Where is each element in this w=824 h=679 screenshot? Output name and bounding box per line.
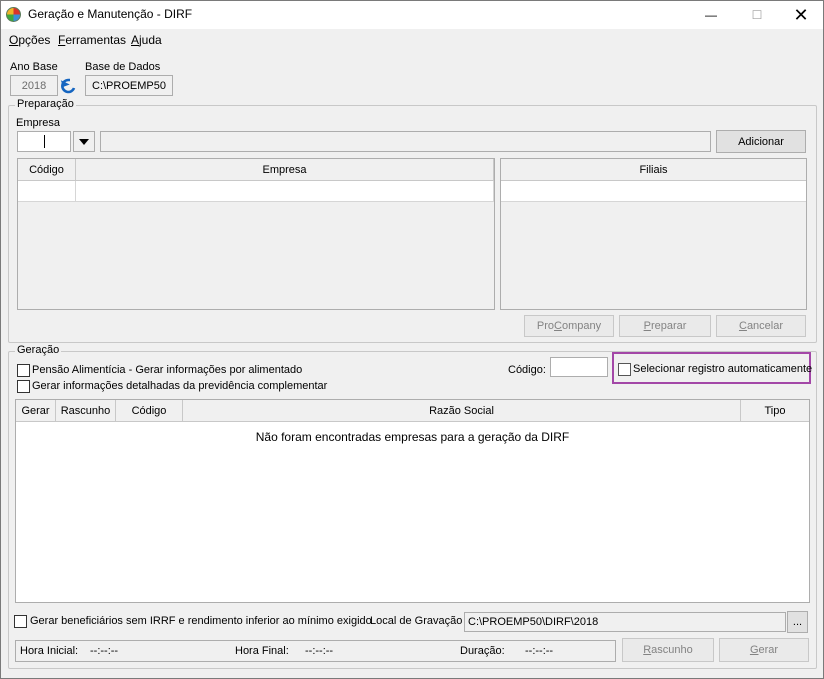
pensao-label: Pensão Alimentícia - Gerar informações p… <box>32 364 303 376</box>
ano-base-field[interactable]: 2018 <box>10 75 58 96</box>
geracao-title: Geração <box>15 344 62 356</box>
duracao-label: Duração: <box>460 645 505 657</box>
preparar-accel: P <box>643 320 651 332</box>
rascunho-label: ascunho <box>651 644 693 656</box>
local-gravacao-label: Local de Gravação <box>370 615 463 627</box>
status-bar: Hora Inicial: --:--:-- Hora Final: --:--… <box>15 640 616 662</box>
menu-bar: Opções Ferramentas Ajuda <box>1 29 823 51</box>
beneficiarios-checkbox[interactable] <box>14 615 27 628</box>
cancelar-label: ancelar <box>746 320 784 332</box>
menu-ajuda-accel: A <box>131 33 140 47</box>
app-icon <box>6 7 21 22</box>
rascunho-button[interactable]: Rascunho <box>622 638 714 662</box>
empresa-code-input[interactable] <box>17 131 71 152</box>
col-rascunho-header[interactable]: Rascunho <box>56 400 116 422</box>
col-codigo-header[interactable]: Código <box>116 400 183 422</box>
gerar-button[interactable]: Gerar <box>719 638 809 662</box>
text-cursor <box>44 135 45 148</box>
local-gravacao-field[interactable]: C:\PROEMP50\DIRF\2018 <box>464 612 786 632</box>
maximize-button[interactable]: ☐ <box>734 1 780 29</box>
col-tipo-header[interactable]: Tipo <box>741 400 809 422</box>
selecionar-label: Selecionar registro automaticamente <box>633 363 813 375</box>
preparacao-title: Preparação <box>15 98 76 110</box>
col-filiais-header[interactable]: Filiais <box>501 159 806 181</box>
menu-ferramentas-label: erramentas <box>65 33 127 47</box>
filiais-table: Filiais <box>500 158 807 310</box>
col-empresa-header[interactable]: Empresa <box>76 159 494 181</box>
empty-message: Não foram encontradas empresas para a ge… <box>255 430 570 444</box>
table-row[interactable] <box>501 181 806 202</box>
codigo-label: Código: <box>508 364 546 376</box>
base-dados-field[interactable]: C:\PROEMP50 <box>85 75 173 96</box>
empresa-label: Empresa <box>16 117 61 129</box>
menu-ajuda[interactable]: Ajuda <box>131 33 162 47</box>
empresa-name-field <box>100 131 711 152</box>
title-bar: Geração e Manutenção - DIRF — ☐ ✕ <box>1 1 823 29</box>
hora-inicial-label: Hora Inicial: <box>20 645 79 657</box>
menu-opcoes-accel: O <box>9 33 19 47</box>
hora-inicial-value: --:--:-- <box>90 645 119 657</box>
col-codigo-header[interactable]: Código <box>18 159 76 181</box>
beneficiarios-label: Gerar beneficiários sem IRRF e rendiment… <box>30 615 372 627</box>
window-title: Geração e Manutenção - DIRF <box>28 7 193 21</box>
ano-base-label: Ano Base <box>10 61 58 73</box>
table-row[interactable] <box>76 181 494 202</box>
duracao-value: --:--:-- <box>525 645 554 657</box>
col-gerar-header[interactable]: Gerar <box>16 400 56 422</box>
gerar-accel: G <box>749 644 759 656</box>
col-razao-social-header[interactable]: Razão Social <box>183 400 741 422</box>
menu-ferramentas[interactable]: Ferramentas <box>58 33 126 47</box>
hora-final-value: --:--:-- <box>305 645 334 657</box>
procompany-accel: C <box>554 320 562 332</box>
pensao-checkbox[interactable] <box>17 364 30 377</box>
hora-final-label: Hora Final: <box>235 645 289 657</box>
preparar-button[interactable]: Preparar <box>619 315 711 337</box>
cancelar-button[interactable]: Cancelar <box>716 315 806 337</box>
cancelar-accel: C <box>738 320 747 332</box>
procompany-button[interactable]: Pro Company <box>524 315 614 337</box>
previdencia-checkbox[interactable] <box>17 380 30 393</box>
rascunho-accel: R <box>643 644 652 656</box>
refresh-icon[interactable] <box>59 76 79 96</box>
base-dados-label: Base de Dados <box>85 61 161 73</box>
geracao-table: Gerar Rascunho Código Razão Social Tipo … <box>15 399 810 603</box>
codigo-input[interactable] <box>550 357 608 377</box>
selecionar-checkbox[interactable] <box>618 363 631 376</box>
previdencia-label: Gerar informações detalhadas da previdên… <box>32 380 328 392</box>
procompany-label-a: Pro <box>536 320 555 332</box>
procompany-label-b: ompany <box>561 320 602 332</box>
preparar-label: reparar <box>650 320 687 332</box>
empresa-dropdown-button[interactable] <box>73 131 95 152</box>
chevron-down-icon <box>79 138 89 145</box>
close-button[interactable]: ✕ <box>778 1 824 29</box>
menu-ajuda-label: juda <box>139 33 162 47</box>
browse-button[interactable]: ... <box>787 611 808 633</box>
table-row[interactable] <box>18 181 76 202</box>
menu-opcoes-label: pções <box>18 33 51 47</box>
minimize-button[interactable]: — <box>688 1 734 29</box>
gerar-label: erar <box>758 644 779 656</box>
main-window: Geração e Manutenção - DIRF — ☐ ✕ Opções… <box>0 0 824 679</box>
adicionar-button[interactable]: Adicionar <box>716 130 806 153</box>
menu-opcoes[interactable]: Opções <box>9 33 50 47</box>
empresas-table: Código Empresa <box>17 158 495 310</box>
